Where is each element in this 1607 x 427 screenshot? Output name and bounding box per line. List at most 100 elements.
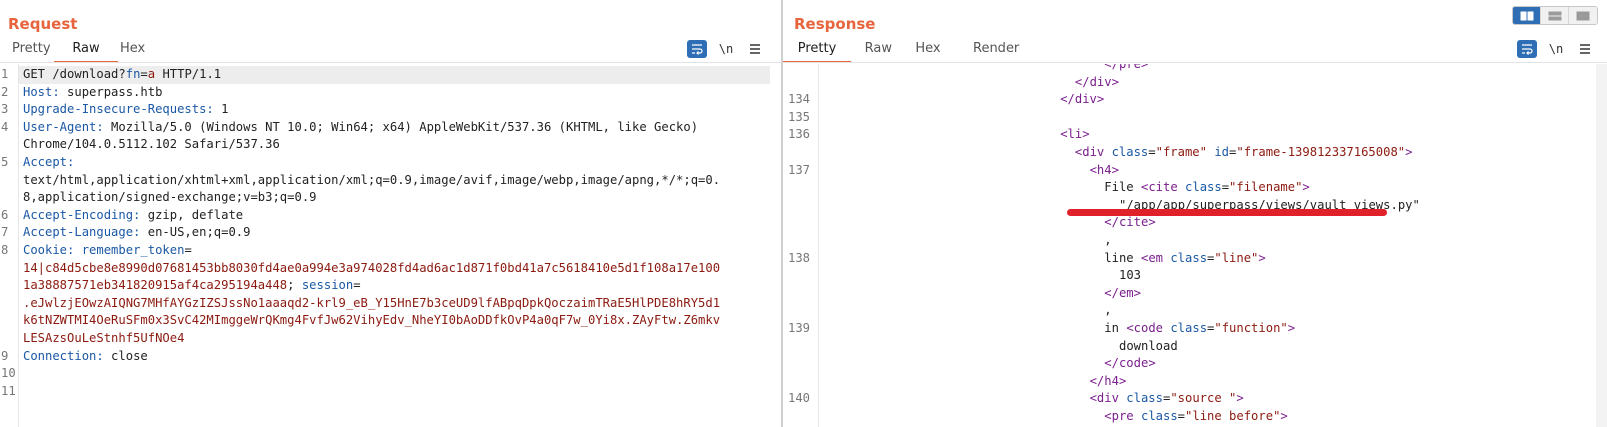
- code-token: =: [1148, 144, 1156, 159]
- line-text: 8,application/signed-exchange;v=b3;q=0.9: [23, 189, 317, 207]
- wrap-lines-icon[interactable]: [1517, 40, 1537, 58]
- code-token: <em: [1140, 250, 1171, 265]
- code-token: </code>: [1104, 356, 1156, 371]
- code-line: text/html,application/xhtml+xml,applicat…: [0, 172, 781, 190]
- code-token: a: [147, 67, 156, 81]
- code-token: </: [1104, 64, 1119, 71]
- code-line: </pre>: [783, 64, 1607, 74]
- code-token: =: [140, 67, 148, 81]
- line-text: k6tNZWTMI4OeRuSFm0x3SvC42MImggeWrQKmg4Fv…: [23, 312, 720, 330]
- code-token: download: [1119, 338, 1178, 353]
- response-editor[interactable]: </pre> </div> 134 </div> 135 136 <li> <div clas…: [783, 64, 1607, 427]
- show-newlines-button[interactable]: \n: [716, 40, 736, 58]
- request-editor[interactable]: 1 GET /download?fn=a HTTP/1.1 2 Host: super…: [0, 64, 781, 427]
- line-text: File <cite class="filename">: [825, 179, 1309, 197]
- code-token: Mozilla/5.0 (Windows NT 10.0; Win64; x64…: [103, 119, 699, 134]
- code-token: <pre: [1104, 408, 1141, 423]
- request-tab-divider: [0, 62, 781, 63]
- tab-pretty[interactable]: Pretty: [783, 41, 851, 63]
- line-number: 5: [1, 154, 9, 169]
- code-line: ,: [783, 232, 1607, 250]
- tab-render[interactable]: Render: [961, 41, 1023, 63]
- code-line: 140 <div class="source ">: [783, 390, 1607, 408]
- line-number: 6: [1, 207, 9, 222]
- tab-raw[interactable]: Raw: [851, 41, 895, 63]
- response-scrollbar[interactable]: [1596, 64, 1607, 427]
- code-token: close: [103, 348, 148, 363]
- code-token: line: [1104, 250, 1141, 265]
- wrap-lines-icon[interactable]: [687, 40, 707, 58]
- menu-icon[interactable]: [1575, 40, 1595, 58]
- show-newlines-button[interactable]: \n: [1546, 40, 1566, 58]
- code-line: 1a38887571eb341820915af4ca295194a448; se…: [0, 277, 781, 295]
- line-text: </pre>: [825, 64, 1148, 74]
- code-token: <code: [1126, 320, 1171, 335]
- code-token: 1a38887571eb341820915af4ca295194a448: [23, 278, 288, 293]
- line-text: Upgrade-Insecure-Requests: 1: [23, 101, 228, 119]
- code-token: Host:: [23, 84, 60, 99]
- code-line: 139 in <code class="function">: [783, 320, 1607, 338]
- line-text: 1a38887571eb341820915af4ca295194a448; se…: [23, 277, 361, 295]
- line-text: <pre class="line before">: [825, 408, 1287, 426]
- line-text: </em>: [825, 285, 1141, 303]
- code-token: =: [1177, 408, 1186, 423]
- code-token: k6tNZWTMI4OeRuSFm0x3SvC42MImggeWrQKmg4Fv…: [23, 313, 721, 328]
- line-text: line <em class="line">: [825, 250, 1265, 268]
- tabs-icon[interactable]: [1569, 7, 1597, 24]
- code-token: ,: [1104, 303, 1112, 318]
- line-text: text/html,application/xhtml+xml,applicat…: [23, 172, 720, 190]
- split-horizontal-icon[interactable]: [1513, 7, 1541, 24]
- code-line: 14|c84d5cbe8e8990d07681453bb8030fd4ae0a9…: [0, 260, 781, 278]
- code-line: LESAzsOuLeStnhf5UfNOe4: [0, 330, 781, 348]
- line-text: </h4>: [825, 373, 1127, 391]
- menu-icon[interactable]: [745, 40, 765, 58]
- line-number: 1: [1, 67, 9, 81]
- code-token: superpass.htb: [59, 84, 163, 99]
- tab-hex[interactable]: Hex: [895, 41, 961, 63]
- code-token: Accept:: [23, 154, 75, 169]
- code-token: <h4>: [1089, 162, 1119, 177]
- tab-raw[interactable]: Raw: [54, 41, 118, 63]
- line-text: <div class="frame" id="frame-13981233716…: [825, 144, 1413, 162]
- code-token: class: [1170, 250, 1208, 265]
- highlight-annotation: [1067, 209, 1387, 216]
- split-vertical-icon[interactable]: [1541, 7, 1569, 24]
- line-number: 11: [1, 383, 16, 398]
- request-code[interactable]: 1 GET /download?fn=a HTTP/1.1 2 Host: super…: [0, 66, 781, 400]
- line-text: User-Agent: Mozilla/5.0 (Windows NT 10.0…: [23, 119, 698, 137]
- code-token: ,: [1104, 232, 1112, 247]
- code-token: >: [1405, 144, 1413, 159]
- code-line: 134 </div>: [783, 91, 1607, 109]
- line-text: <li>: [825, 126, 1089, 144]
- code-token: 103: [1119, 268, 1142, 283]
- line-text: ,: [825, 302, 1112, 320]
- code-token: in: [1104, 320, 1127, 335]
- line-number: 136: [788, 127, 811, 142]
- line-text: <div class="source ">: [825, 390, 1244, 408]
- response-tab-divider: [783, 62, 1607, 63]
- code-line: 9 Connection: close: [0, 348, 781, 366]
- code-line: 6 Accept-Encoding: gzip, deflate: [0, 207, 781, 225]
- line-text: 103: [825, 267, 1141, 285]
- code-token: id: [1214, 144, 1230, 159]
- code-token: "filename": [1229, 180, 1303, 195]
- line-text: GET /download?fn=a HTTP/1.1: [23, 66, 221, 84]
- line-number: 4: [1, 119, 9, 134]
- line-text: Connection: close: [23, 348, 148, 366]
- line-number: 140: [788, 391, 811, 406]
- tab-pretty[interactable]: Pretty: [4, 41, 54, 63]
- response-code[interactable]: </pre> </div> 134 </div> 135 136 <li> <div clas…: [783, 64, 1607, 425]
- code-token: <div: [1074, 144, 1112, 159]
- code-token: class: [1111, 144, 1149, 159]
- code-token: </h4>: [1089, 373, 1127, 388]
- code-token: 14|c84d5cbe8e8990d07681453bb8030fd4ae0a9…: [23, 260, 721, 275]
- code-token: </div>: [1060, 92, 1105, 107]
- line-number: 2: [1, 84, 9, 99]
- code-token: 1: [213, 102, 229, 117]
- line-number: 3: [1, 102, 9, 117]
- tab-hex[interactable]: Hex: [118, 41, 174, 63]
- layout-switch: [1512, 6, 1598, 25]
- line-text: .eJwlzjEOwzAIQNG7MHfAYGzIZSJssNo1aaaqd2-…: [23, 295, 720, 313]
- code-token: >: [1141, 64, 1149, 71]
- code-token: .eJwlzjEOwzAIQNG7MHfAYGzIZSJssNo1aaaqd2-…: [23, 295, 721, 310]
